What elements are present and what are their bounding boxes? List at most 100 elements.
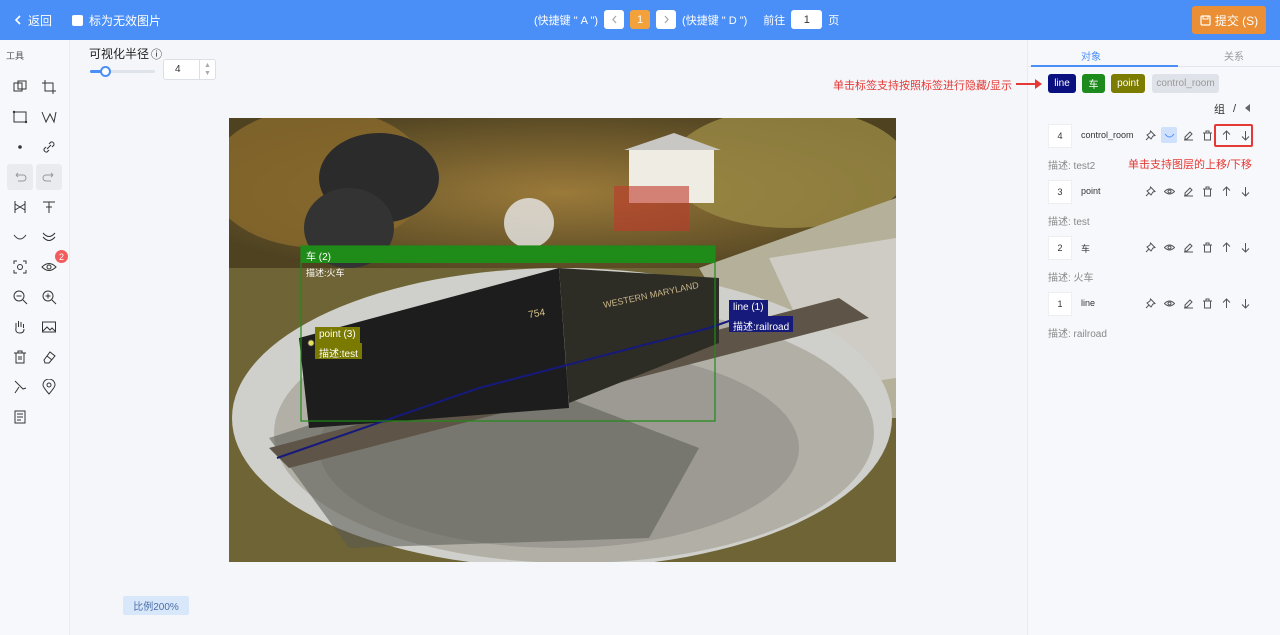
layer-item[interactable]: 1 line <box>1048 292 1268 316</box>
radius-slider-handle[interactable] <box>100 66 111 77</box>
zoom-in-tool-button[interactable] <box>36 284 62 310</box>
edit-button[interactable] <box>1180 127 1196 143</box>
visibility-button[interactable] <box>1161 183 1177 199</box>
point-tool-button[interactable] <box>7 134 33 160</box>
move-up-button[interactable] <box>1218 239 1234 255</box>
annotation-canvas[interactable]: WESTERN MARYLAND 754 车 (2) 描述:火车 line (1… <box>229 118 896 562</box>
eraser-icon <box>43 351 56 364</box>
edit-button[interactable] <box>1180 295 1196 311</box>
goto-page-input[interactable]: 1 <box>791 10 823 29</box>
double-curve-tool-button[interactable] <box>36 224 62 250</box>
move-down-button[interactable] <box>1237 183 1253 199</box>
stepper-up-icon[interactable]: ▲ <box>204 62 211 70</box>
link-tool-button[interactable] <box>36 134 62 160</box>
move-up-button[interactable] <box>1218 295 1234 311</box>
edit-icon <box>1183 242 1193 252</box>
layer-index: 1 <box>1048 292 1072 316</box>
undo-tool-button[interactable] <box>7 164 33 190</box>
invalid-image-label: 标为无效图片 <box>89 14 162 28</box>
notes-tool-button[interactable] <box>7 404 33 430</box>
car-annotation-title[interactable]: 车 (2) <box>306 248 331 263</box>
arrow-up-icon <box>1222 185 1230 196</box>
redo-tool-button[interactable] <box>36 164 62 190</box>
split-icon <box>14 201 26 213</box>
label-chip-line[interactable]: line <box>1048 74 1076 93</box>
zoom-out-tool-button[interactable] <box>7 284 33 310</box>
label-chip-control-room[interactable]: control_room <box>1152 74 1219 93</box>
label-chip-car[interactable]: 车 <box>1082 74 1105 93</box>
layer-index: 2 <box>1048 236 1072 260</box>
rectangle-tool-button[interactable] <box>7 104 33 130</box>
submit-button[interactable]: 提交 (S) <box>1192 6 1266 34</box>
layer-actions <box>1142 295 1253 311</box>
copy-rect-tool-button[interactable] <box>7 74 33 100</box>
delete-icon <box>14 350 26 364</box>
brush-tool-button[interactable] <box>7 374 33 400</box>
delete-tool-button[interactable] <box>7 344 33 370</box>
visibility-button[interactable] <box>1161 239 1177 255</box>
next-page-button[interactable] <box>656 10 677 29</box>
layer-order-highlight <box>1214 124 1253 147</box>
layer-item[interactable]: 3 point <box>1048 180 1268 204</box>
pin-icon <box>1145 241 1156 252</box>
checkbox-box[interactable] <box>72 15 83 26</box>
collapse-left-icon[interactable] <box>1244 103 1252 115</box>
current-page-button[interactable]: 1 <box>630 10 651 29</box>
split-tool-button[interactable] <box>7 194 33 220</box>
prev-page-button[interactable] <box>604 10 625 29</box>
point-annotation-title[interactable]: point (3) <box>315 327 360 343</box>
delete-button[interactable] <box>1199 127 1215 143</box>
invalid-image-checkbox[interactable]: 标为无效图片 <box>72 12 161 29</box>
edit-button[interactable] <box>1180 183 1196 199</box>
hand-tool-button[interactable] <box>7 314 33 340</box>
label-chip-point[interactable]: point <box>1111 74 1145 93</box>
edit-icon <box>1183 130 1193 140</box>
point-annotation-desc: 描述:test <box>315 343 362 360</box>
polyline-tool-button[interactable] <box>36 104 62 130</box>
move-down-button[interactable] <box>1237 295 1253 311</box>
page-unit-label: 页 <box>828 14 840 27</box>
pin-button[interactable] <box>1142 239 1158 255</box>
curve-toggle-button[interactable] <box>1161 127 1177 143</box>
stepper-arrows[interactable]: ▲ ▼ <box>199 60 215 79</box>
group-label[interactable]: 组 <box>1214 101 1225 117</box>
image-tool-button[interactable] <box>36 314 62 340</box>
edit-button[interactable] <box>1180 239 1196 255</box>
radius-label: 可视化半径 <box>89 47 150 61</box>
pin-button[interactable] <box>1142 127 1158 143</box>
delete-button[interactable] <box>1199 239 1215 255</box>
stepper-down-icon[interactable]: ▼ <box>204 70 211 78</box>
pin-button[interactable] <box>1142 295 1158 311</box>
line-annotation-desc: 描述:railroad <box>729 316 794 333</box>
layer-item[interactable]: 2车 <box>1048 236 1268 260</box>
visibility-button[interactable] <box>1161 295 1177 311</box>
layer-description: 描述: test2 <box>1048 161 1096 172</box>
tab-relations[interactable]: 关系 <box>1224 48 1244 63</box>
notes-icon <box>14 410 26 424</box>
radius-number-input[interactable]: 4 ▲ ▼ <box>163 59 216 80</box>
delete-icon <box>1202 130 1212 140</box>
curve-tool-button[interactable] <box>7 224 33 250</box>
rectangle-icon <box>12 110 28 124</box>
location-tool-button[interactable] <box>36 374 62 400</box>
radius-label-row: 可视化半径 ⓘ <box>89 45 162 62</box>
text-tool-button[interactable] <box>36 194 62 220</box>
crop-icon <box>42 80 56 94</box>
delete-button[interactable] <box>1199 295 1215 311</box>
line-annotation-title[interactable]: line (1) <box>729 300 768 316</box>
move-down-button[interactable] <box>1237 239 1253 255</box>
eraser-tool-button[interactable] <box>36 344 62 370</box>
pin-button[interactable] <box>1142 183 1158 199</box>
eye-icon <box>1163 244 1175 250</box>
delete-button[interactable] <box>1199 183 1215 199</box>
back-button[interactable]: 返回 <box>14 12 52 29</box>
move-up-button[interactable] <box>1218 183 1234 199</box>
goto-label: 前往 <box>763 14 786 27</box>
focus-tool-button[interactable] <box>7 254 33 280</box>
info-icon[interactable]: ⓘ <box>151 46 162 62</box>
crop-tool-button[interactable] <box>36 74 62 100</box>
curve-icon <box>1164 133 1174 137</box>
double-curve-icon <box>42 232 56 241</box>
active-tab-underline <box>1031 65 1178 67</box>
tab-objects[interactable]: 对象 <box>1081 48 1101 63</box>
